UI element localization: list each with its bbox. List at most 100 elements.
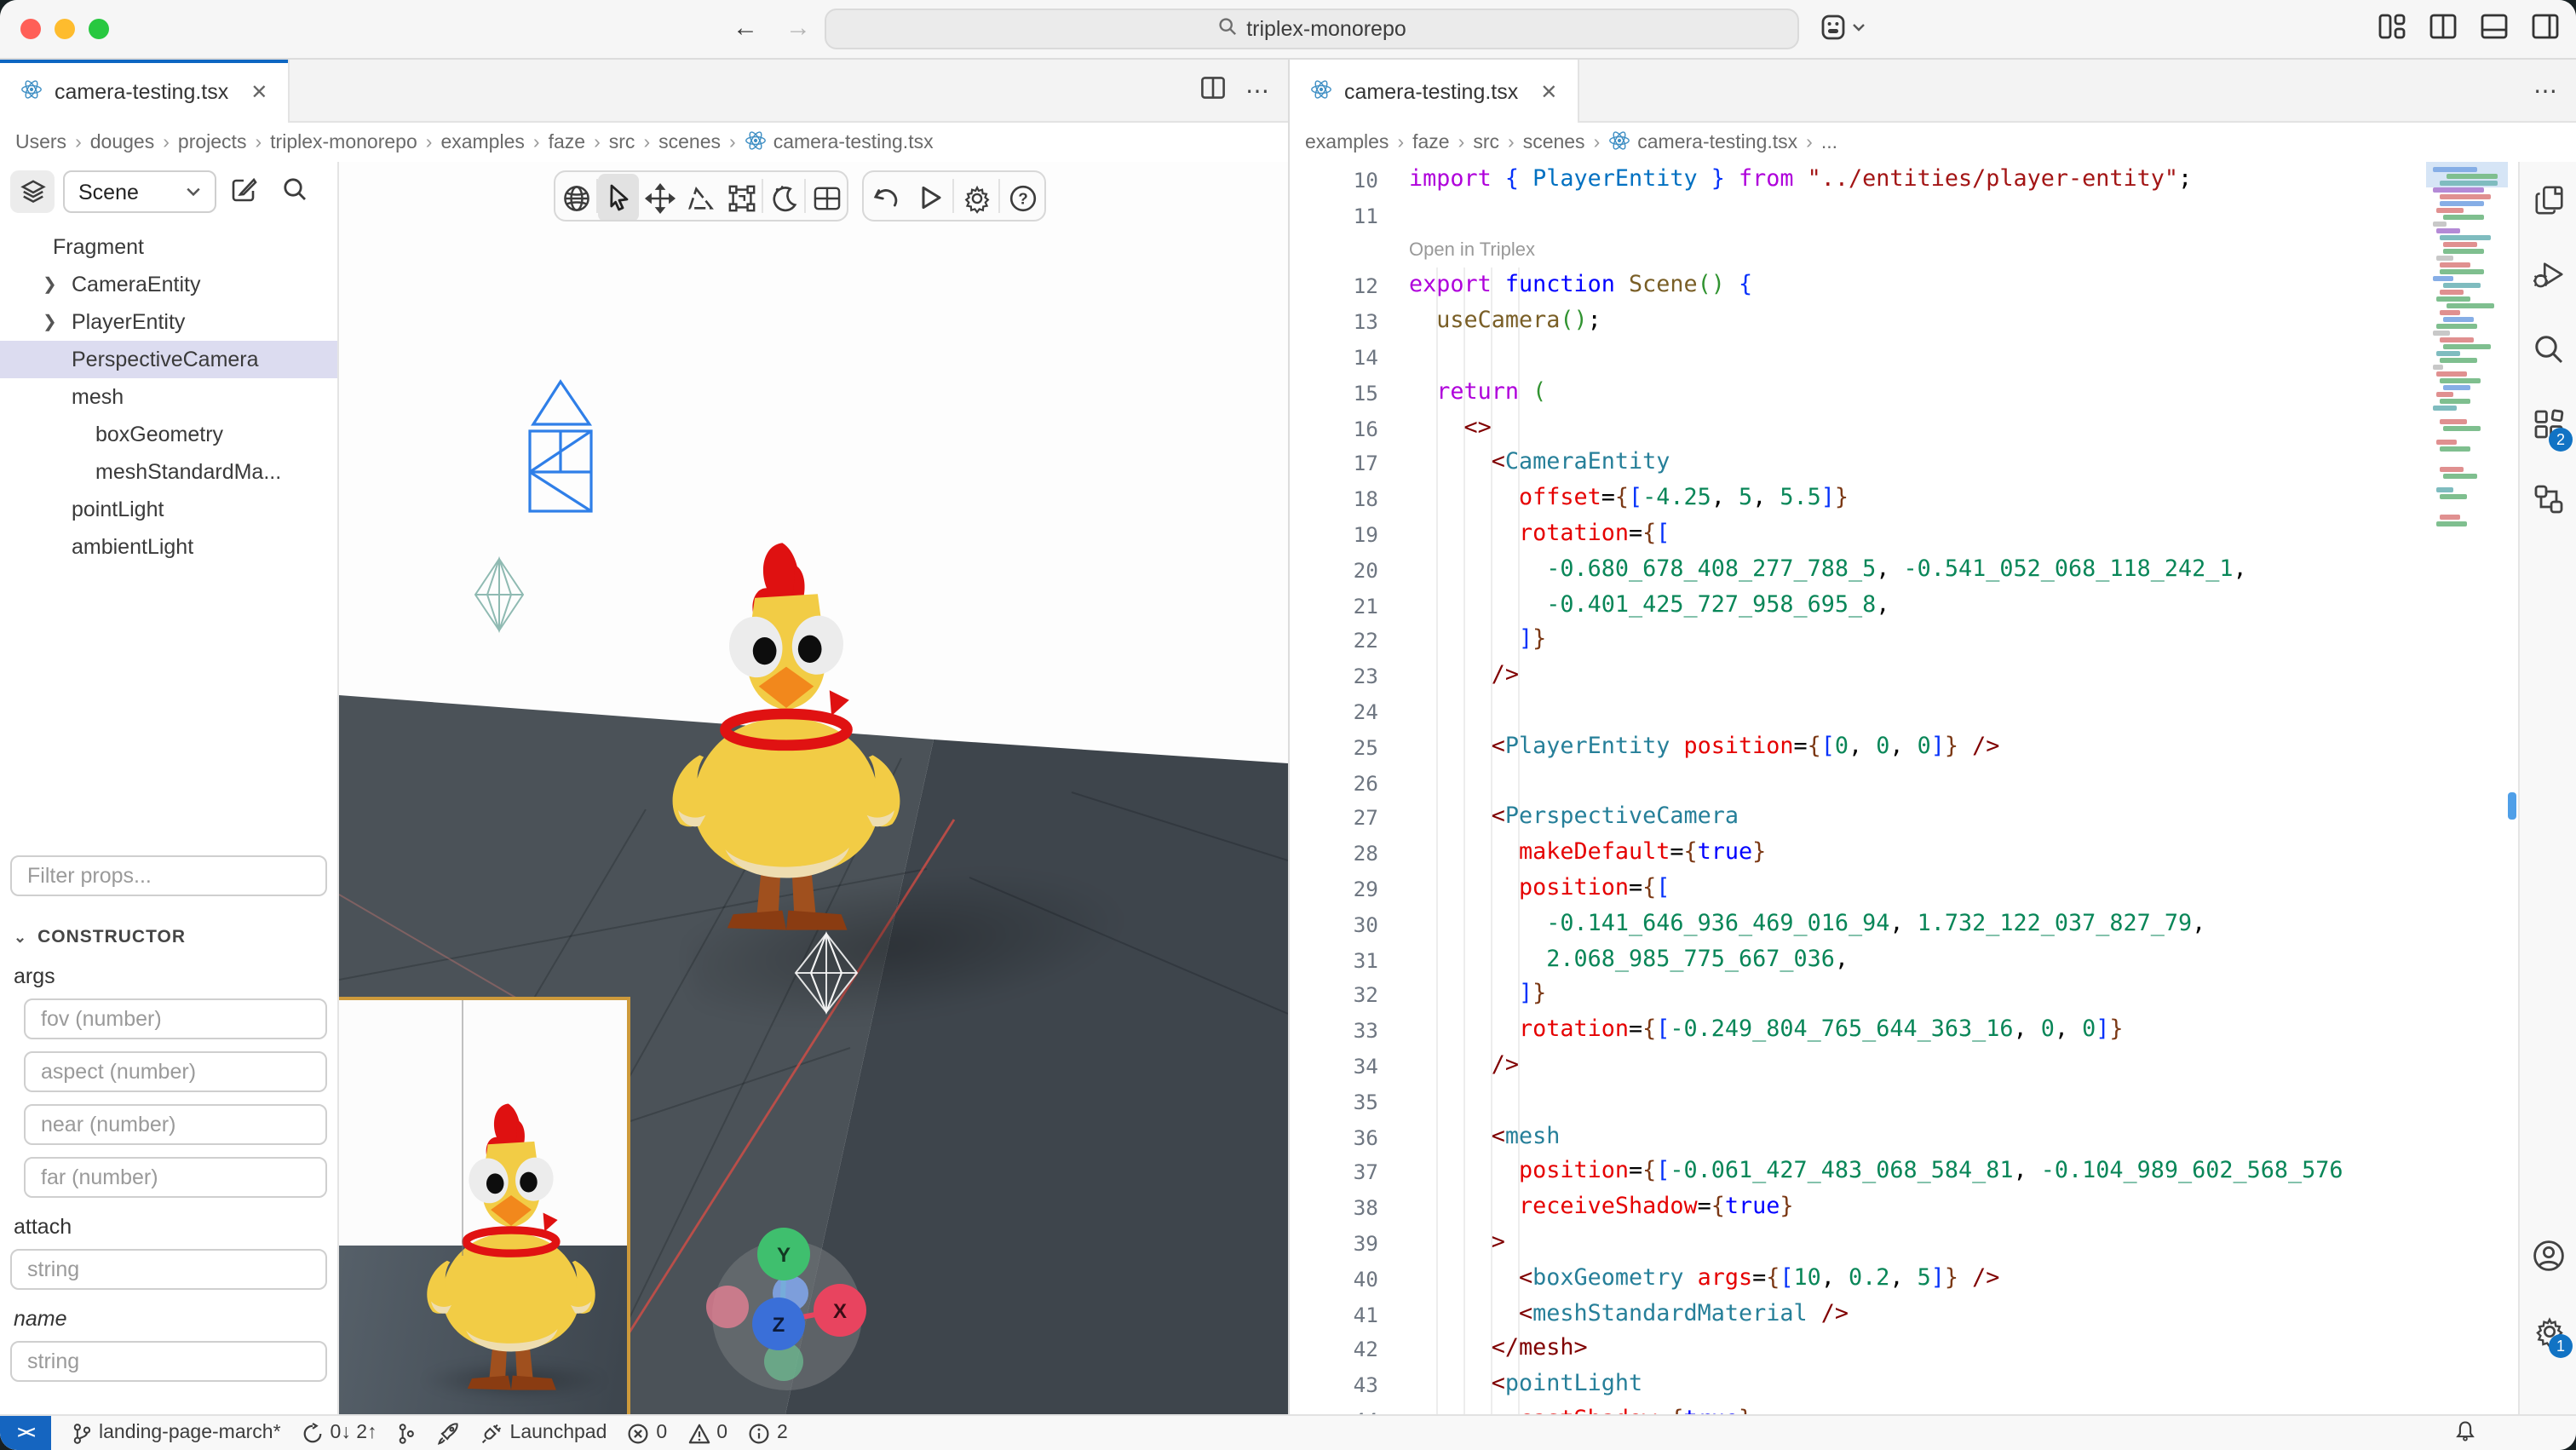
extensions-icon[interactable]: 2 bbox=[2520, 387, 2576, 462]
prop-input-string[interactable]: string bbox=[10, 1341, 327, 1382]
tab-camera-testing-left[interactable]: camera-testing.tsx ✕ bbox=[0, 60, 290, 123]
breadcrumb-item[interactable]: scenes bbox=[1523, 132, 1585, 152]
split-horizontal-icon[interactable] bbox=[2481, 14, 2508, 39]
bell-icon[interactable] bbox=[2453, 1418, 2477, 1447]
rotate-tool-button[interactable] bbox=[680, 174, 721, 222]
chevron-right-icon[interactable]: ❯ bbox=[43, 313, 60, 331]
files-icon[interactable] bbox=[2520, 162, 2576, 237]
account-icon[interactable] bbox=[2520, 1218, 2576, 1293]
chevron-right-icon[interactable]: ❯ bbox=[43, 275, 60, 294]
split-editor-icon[interactable] bbox=[1201, 76, 1225, 106]
prop-input-aspect[interactable]: aspect (number) bbox=[24, 1051, 327, 1092]
zoom-window-button[interactable] bbox=[89, 19, 109, 39]
tree-item-mesh[interactable]: mesh bbox=[0, 378, 337, 416]
sidebar-right-icon[interactable] bbox=[2532, 14, 2559, 39]
breadcrumb-item[interactable]: camera-testing.tsx bbox=[745, 129, 934, 156]
close-tab-icon[interactable]: ✕ bbox=[250, 79, 267, 103]
gear-tool-button[interactable] bbox=[954, 174, 998, 222]
breadcrumb-item[interactable]: projects bbox=[178, 132, 247, 152]
cursor-tool-button[interactable] bbox=[598, 174, 639, 222]
breadcrumb-item[interactable]: faze bbox=[1412, 132, 1450, 152]
editor-breadcrumb[interactable]: examples›faze›src›scenes›camera-testing.… bbox=[1290, 123, 2576, 162]
status-rocket[interactable] bbox=[437, 1421, 461, 1445]
status-graph[interactable] bbox=[398, 1422, 417, 1444]
prop-input-string[interactable]: string bbox=[10, 1249, 327, 1290]
moon-tool-button[interactable] bbox=[763, 174, 804, 222]
breadcrumb[interactable]: Users›douges›projects›triplex-monorepo›e… bbox=[0, 123, 1288, 162]
project-search-input[interactable]: triplex-monorepo bbox=[825, 9, 1799, 49]
tree-item-boxgeometry[interactable]: boxGeometry bbox=[0, 416, 337, 453]
camera-helper-wireframe[interactable] bbox=[511, 378, 610, 515]
code-editor[interactable]: 10import { PlayerEntity } from "../entit… bbox=[1290, 162, 2518, 1414]
status-info[interactable]: 2 bbox=[748, 1422, 788, 1444]
chicken-player-entity[interactable] bbox=[639, 537, 934, 930]
breadcrumb-item[interactable]: examples bbox=[440, 132, 524, 152]
breadcrumb-item[interactable]: ... bbox=[1821, 132, 1837, 152]
run-debug-icon[interactable] bbox=[2520, 237, 2576, 312]
breadcrumb-item[interactable]: examples bbox=[1305, 132, 1389, 152]
search-icon[interactable] bbox=[2520, 312, 2576, 387]
minimize-window-button[interactable] bbox=[55, 19, 75, 39]
layers-icon[interactable] bbox=[10, 170, 55, 213]
more-actions-icon[interactable]: ⋯ bbox=[1245, 77, 1271, 106]
prop-input-far[interactable]: far (number) bbox=[24, 1157, 327, 1198]
tree-item-playerentity[interactable]: ❯PlayerEntity bbox=[0, 303, 337, 341]
layout-icon[interactable] bbox=[2378, 14, 2406, 39]
play-tool-button[interactable] bbox=[908, 174, 952, 222]
breadcrumb-item[interactable]: camera-testing.tsx bbox=[1608, 129, 1797, 156]
breadcrumb-item[interactable]: scenes bbox=[658, 132, 721, 152]
profile-menu[interactable] bbox=[1820, 14, 1866, 41]
back-button[interactable]: ← bbox=[733, 14, 758, 43]
split-vertical-icon[interactable] bbox=[2429, 14, 2457, 39]
rocket-icon bbox=[437, 1421, 461, 1445]
section-header-constructor[interactable]: ⌄CONSTRUCTOR bbox=[14, 927, 324, 947]
globe-tool-button[interactable] bbox=[555, 174, 596, 222]
tab-camera-testing-editor[interactable]: camera-testing.tsx ✕ bbox=[1290, 60, 1579, 123]
viewport-3d[interactable]: ? bbox=[339, 162, 1288, 1414]
tree-item-perspectivecamera[interactable]: PerspectiveCamera bbox=[0, 341, 337, 378]
status-plug[interactable]: Launchpad bbox=[481, 1422, 607, 1444]
react-icon bbox=[745, 129, 767, 156]
tree-item-pointlight[interactable]: pointLight bbox=[0, 491, 337, 528]
status-warning[interactable]: 0 bbox=[687, 1422, 727, 1444]
breadcrumb-item[interactable]: faze bbox=[549, 132, 586, 152]
gizmo-y-label: Y bbox=[777, 1244, 791, 1267]
close-tab-icon[interactable]: ✕ bbox=[1540, 79, 1557, 103]
code-content[interactable]: 10import { PlayerEntity } from "../entit… bbox=[1290, 164, 2518, 1414]
search-scene-icon[interactable] bbox=[281, 175, 308, 211]
remote-indicator[interactable]: >< bbox=[0, 1416, 51, 1450]
scale-tool-button[interactable] bbox=[721, 174, 762, 222]
hierarchy-icon[interactable] bbox=[2520, 462, 2576, 537]
frame-tool-button[interactable] bbox=[806, 174, 847, 222]
tree-item-cameraentity[interactable]: ❯CameraEntity bbox=[0, 266, 337, 303]
status-sync[interactable]: 0↓ 2↑ bbox=[302, 1422, 377, 1444]
scene-selector[interactable]: Scene bbox=[63, 170, 216, 213]
breadcrumb-item[interactable]: src bbox=[1473, 132, 1499, 152]
close-window-button[interactable] bbox=[20, 19, 41, 39]
forward-button[interactable]: → bbox=[785, 14, 811, 43]
edit-scene-icon[interactable] bbox=[230, 175, 259, 213]
light-helper-icon[interactable] bbox=[474, 557, 525, 632]
filter-props-input[interactable]: Filter props... bbox=[10, 855, 327, 896]
minimap[interactable] bbox=[2433, 165, 2501, 526]
breadcrumb-item[interactable]: triplex-monorepo bbox=[270, 132, 417, 152]
more-actions-icon[interactable]: ⋯ bbox=[2533, 77, 2559, 106]
prop-input-fov[interactable]: fov (number) bbox=[24, 998, 327, 1039]
undo-tool-button[interactable] bbox=[864, 174, 908, 222]
move-tool-button[interactable] bbox=[639, 174, 680, 222]
breadcrumb-item[interactable]: Users bbox=[15, 132, 66, 152]
breadcrumb-item[interactable]: douges bbox=[90, 132, 154, 152]
help-tool-button[interactable]: ? bbox=[1000, 174, 1044, 222]
camera-preview[interactable] bbox=[339, 997, 630, 1414]
tree-item-fragment[interactable]: Fragment bbox=[0, 228, 337, 266]
codelens-open-in-triplex[interactable]: Open in Triplex bbox=[1290, 234, 2518, 270]
tree-item-meshstandardma[interactable]: meshStandardMa... bbox=[0, 453, 337, 491]
prop-input-near[interactable]: near (number) bbox=[24, 1104, 327, 1145]
settings-gear-icon[interactable]: 1 bbox=[2520, 1293, 2576, 1368]
point-light-helper-icon[interactable] bbox=[794, 932, 859, 1014]
status-error[interactable]: 0 bbox=[627, 1422, 667, 1444]
axis-gizmo[interactable]: Y X Z bbox=[685, 1201, 889, 1406]
status-branch[interactable]: landing-page-march* bbox=[72, 1422, 281, 1444]
breadcrumb-item[interactable]: src bbox=[609, 132, 635, 152]
tree-item-ambientlight[interactable]: ambientLight bbox=[0, 528, 337, 566]
